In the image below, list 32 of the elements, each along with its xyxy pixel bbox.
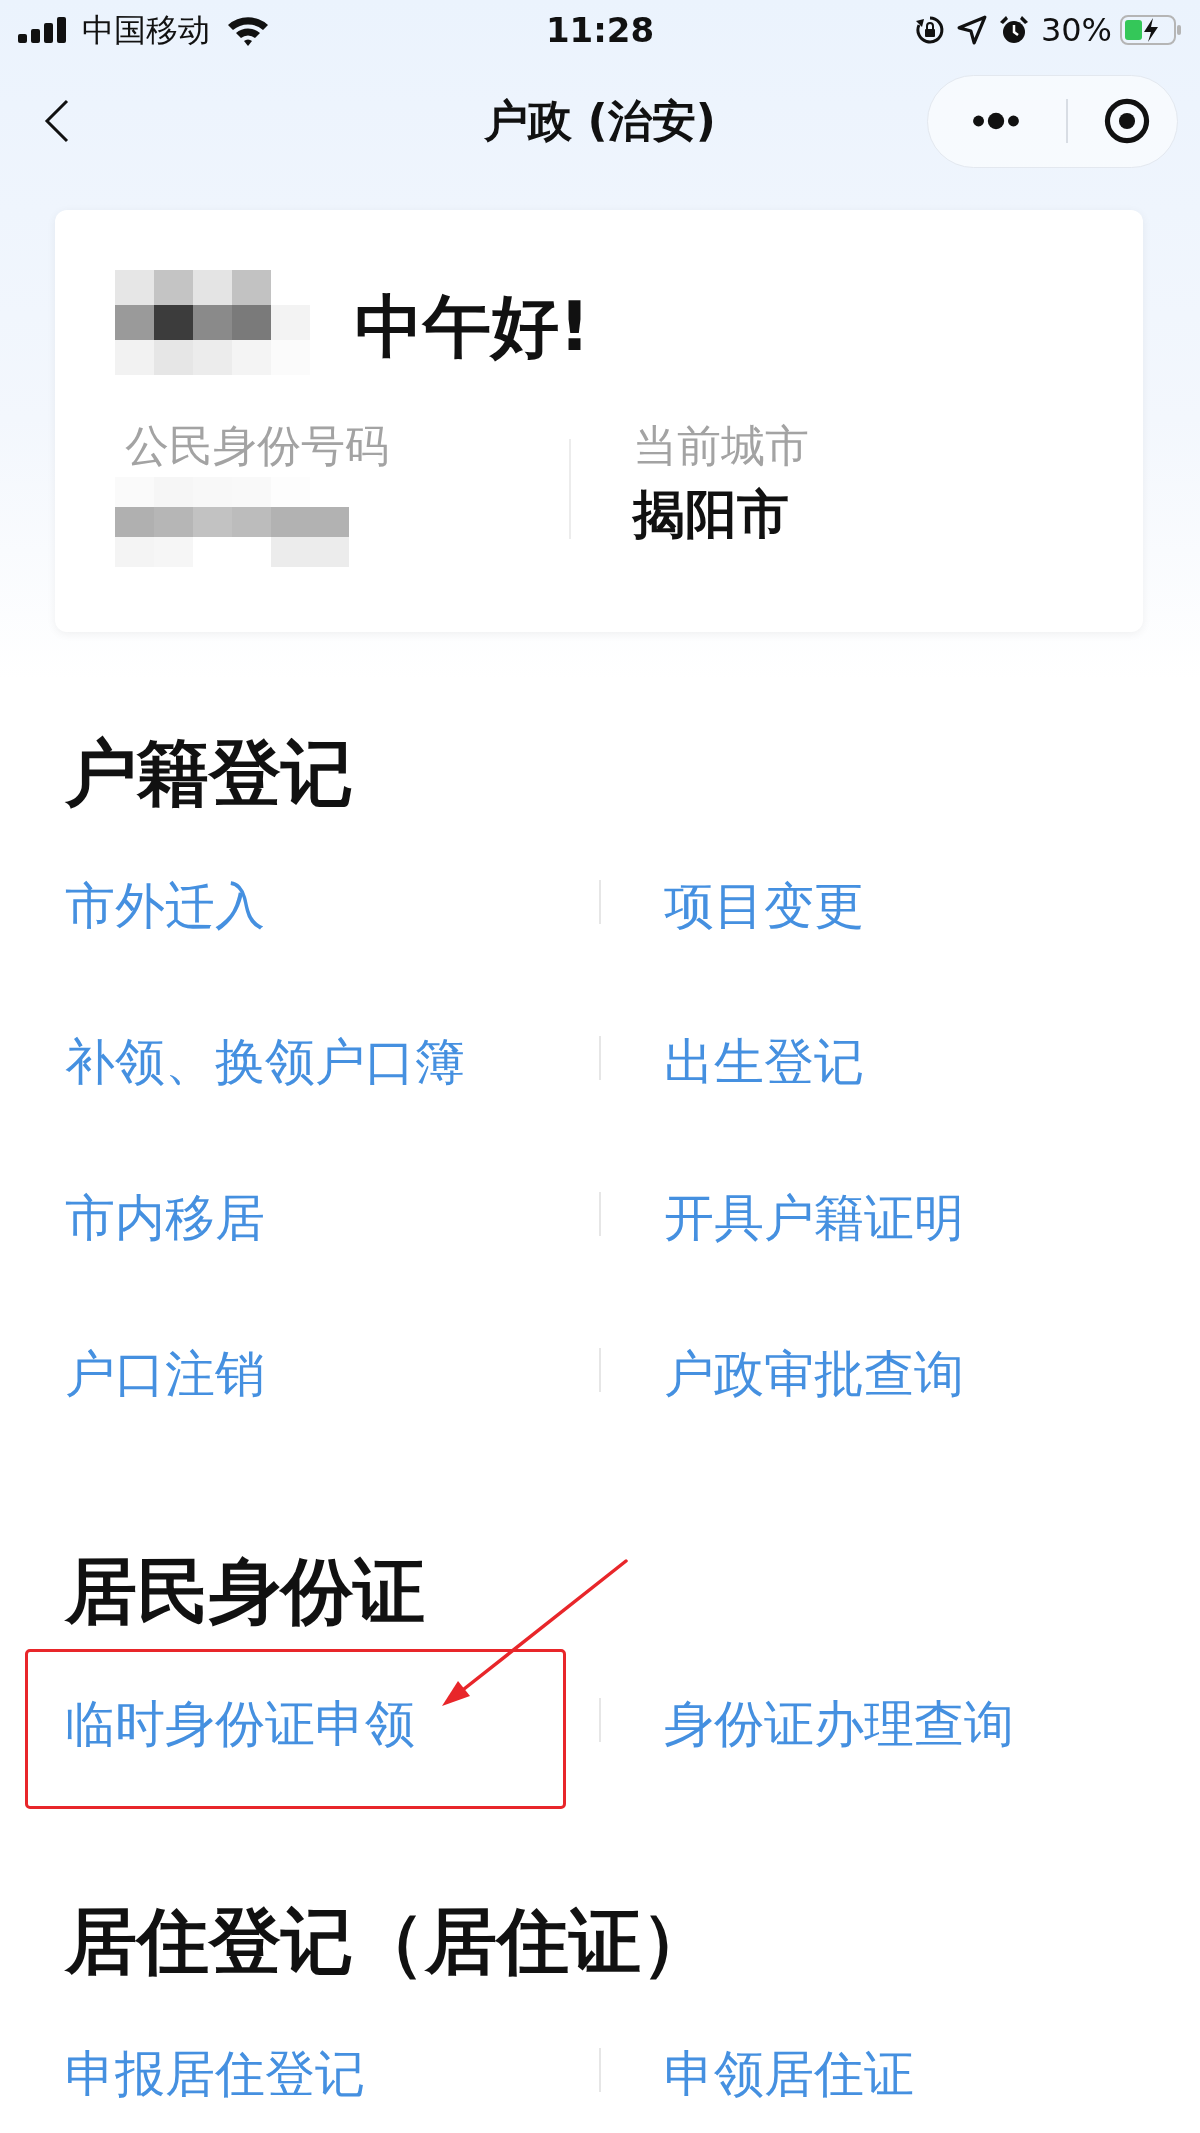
service-link[interactable]: 项目变更	[664, 871, 864, 941]
service-link[interactable]: 开具户籍证明	[664, 1183, 964, 1253]
rotation-lock-icon	[914, 15, 945, 45]
more-icon[interactable]	[972, 112, 1020, 130]
battery-percentage: 30%	[1040, 10, 1112, 50]
section-heading: 户籍登记	[65, 730, 353, 817]
service-link[interactable]: 身份证办理查询	[664, 1689, 1014, 1759]
signal-icon	[18, 17, 66, 43]
service-link[interactable]: 申报居住登记	[65, 2039, 365, 2109]
greeting-text: 中午好!	[355, 286, 590, 368]
wifi-icon	[226, 14, 270, 46]
page-title: 户政 (治安)	[484, 94, 716, 148]
location-arrow-icon	[956, 15, 987, 45]
alarm-clock-icon	[998, 15, 1029, 45]
carrier-name: 中国移动	[82, 10, 210, 50]
clock-time: 11:28	[545, 10, 655, 50]
section-heading: 居住登记（居住证）	[65, 1898, 713, 1985]
service-link[interactable]: 户政审批查询	[664, 1339, 964, 1409]
service-link[interactable]: 出生登记	[664, 1027, 864, 1097]
service-link[interactable]: 户口注销	[65, 1339, 265, 1409]
back-icon[interactable]	[44, 99, 70, 143]
city-value: 揭阳市	[633, 483, 789, 546]
id-number-label: 公民身份号码	[125, 419, 389, 473]
circle-dot-icon[interactable]	[1103, 98, 1150, 144]
battery-icon	[1120, 15, 1182, 45]
service-link[interactable]: 补领、换领户口簿	[65, 1027, 465, 1097]
service-link[interactable]: 市外迁入	[65, 871, 265, 941]
service-link[interactable]: 临时身份证申领	[65, 1689, 415, 1759]
section-heading: 居民身份证	[65, 1548, 425, 1635]
city-label: 当前城市	[633, 419, 809, 473]
service-link[interactable]: 申领居住证	[664, 2039, 914, 2109]
service-link[interactable]: 市内移居	[65, 1183, 265, 1253]
